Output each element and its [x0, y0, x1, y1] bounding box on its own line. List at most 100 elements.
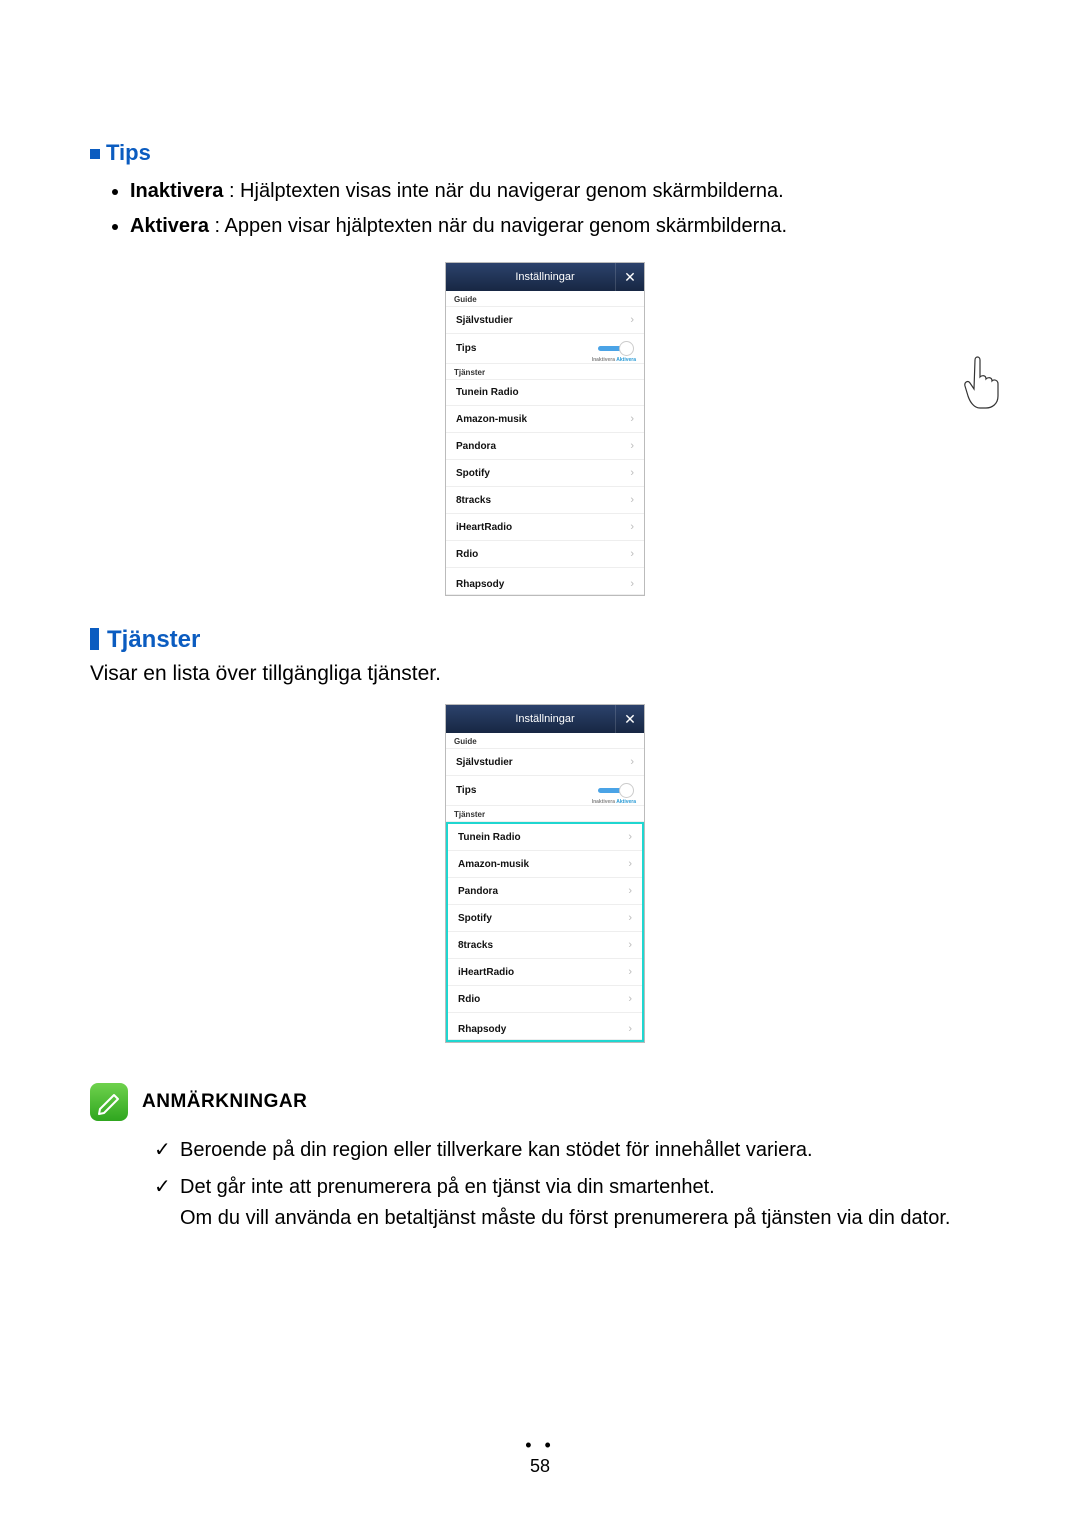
- section-label-services: Tjänster: [446, 806, 644, 822]
- row-pandora[interactable]: Pandora ›: [448, 878, 642, 905]
- row-amazon[interactable]: Amazon-musik ›: [448, 851, 642, 878]
- chevron-right-icon: ›: [628, 939, 632, 951]
- row-self-study[interactable]: Självstudier ›: [446, 307, 644, 334]
- row-label: Självstudier: [456, 315, 513, 326]
- chevron-right-icon: ›: [628, 966, 632, 978]
- toggle-labels: Inaktivera Aktivera: [592, 799, 636, 805]
- chevron-right-icon: ›: [628, 831, 632, 843]
- chevron-right-icon: ›: [628, 885, 632, 897]
- pointing-hand-icon: [960, 352, 1010, 412]
- tips-list: Inaktivera : Hjälptexten visas inte när …: [130, 176, 1000, 242]
- tips-item-inaktivera: Inaktivera : Hjälptexten visas inte när …: [130, 176, 1000, 207]
- row-8tracks[interactable]: 8tracks ›: [446, 487, 644, 514]
- row-spotify[interactable]: Spotify ›: [448, 905, 642, 932]
- services-heading: Tjänster: [90, 626, 1000, 654]
- notes-list: Beroende på din region eller tillverkare…: [154, 1135, 1000, 1234]
- row-rhapsody[interactable]: Rhapsody ›: [448, 1013, 642, 1040]
- page-number: • • 58: [0, 1435, 1080, 1477]
- chevron-right-icon: ›: [628, 993, 632, 1005]
- chevron-right-icon: ›: [628, 912, 632, 924]
- heading-bar-icon: [90, 628, 99, 650]
- row-self-study[interactable]: Självstudier ›: [446, 749, 644, 776]
- toggle-labels: Inaktivera Aktivera: [592, 357, 636, 363]
- row-label: Spotify: [458, 913, 492, 924]
- row-rdio[interactable]: Rdio ›: [448, 986, 642, 1013]
- row-iheart[interactable]: iHeartRadio ›: [446, 514, 644, 541]
- row-label: Pandora: [456, 441, 496, 452]
- row-tunein[interactable]: Tunein Radio: [446, 380, 644, 406]
- notes-item: Det går inte att prenumerera på en tjäns…: [154, 1172, 1000, 1234]
- tips-item-rest: : Appen visar hjälptexten när du naviger…: [209, 215, 787, 237]
- pencil-note-icon: [90, 1083, 128, 1121]
- toggle-thumb: [619, 783, 634, 798]
- row-label: Spotify: [456, 468, 490, 479]
- toggle-thumb: [619, 341, 634, 356]
- row-label: 8tracks: [456, 495, 491, 506]
- notes-heading: ANMÄRKNINGAR: [142, 1091, 307, 1113]
- chevron-right-icon: ›: [630, 440, 634, 452]
- section-label-guide: Guide: [446, 291, 644, 307]
- close-icon[interactable]: ✕: [615, 705, 644, 733]
- row-tips[interactable]: Tips Inaktivera Aktivera: [446, 334, 644, 364]
- row-label: Rdio: [458, 994, 480, 1005]
- notes-item: Beroende på din region eller tillverkare…: [154, 1135, 1000, 1166]
- bullet-square-icon: [90, 149, 100, 159]
- row-rdio[interactable]: Rdio ›: [446, 541, 644, 568]
- row-label: Tips: [456, 343, 476, 354]
- chevron-right-icon: ›: [630, 756, 634, 768]
- row-label: iHeartRadio: [458, 967, 514, 978]
- row-label: Tunein Radio: [456, 387, 519, 398]
- chevron-right-icon: ›: [630, 314, 634, 326]
- phone-screenshot-tips: Inställningar ✕ Guide Självstudier › Tip…: [445, 262, 645, 596]
- notes-item-text: Det går inte att prenumerera på en tjäns…: [180, 1176, 715, 1198]
- tips-item-bold: Inaktivera: [130, 180, 223, 202]
- chevron-right-icon: ›: [630, 467, 634, 479]
- tips-heading: Tips: [90, 140, 1000, 166]
- chevron-right-icon: ›: [628, 858, 632, 870]
- chevron-right-icon: ›: [630, 521, 634, 533]
- row-spotify[interactable]: Spotify ›: [446, 460, 644, 487]
- close-icon[interactable]: ✕: [615, 263, 644, 291]
- services-description: Visar en lista över tillgängliga tjänste…: [90, 662, 1000, 686]
- row-rhapsody[interactable]: Rhapsody ›: [446, 568, 644, 595]
- chevron-right-icon: ›: [630, 578, 634, 590]
- row-label: Amazon-musik: [458, 859, 529, 870]
- tips-toggle[interactable]: Inaktivera Aktivera: [598, 783, 634, 798]
- chevron-right-icon: ›: [630, 494, 634, 506]
- row-iheart[interactable]: iHeartRadio ›: [448, 959, 642, 986]
- row-label: Rhapsody: [458, 1024, 506, 1035]
- row-label: Amazon-musik: [456, 414, 527, 425]
- tips-heading-text: Tips: [106, 140, 151, 165]
- tips-item-aktivera: Aktivera : Appen visar hjälptexten när d…: [130, 211, 1000, 242]
- chevron-right-icon: ›: [630, 548, 634, 560]
- notes-item-text: Beroende på din region eller tillverkare…: [180, 1139, 813, 1161]
- row-tips[interactable]: Tips Inaktivera Aktivera: [446, 776, 644, 806]
- notes-item-sub: Om du vill använda en betaltjänst måste …: [180, 1203, 1000, 1234]
- page-num: 58: [0, 1456, 1080, 1477]
- tips-item-bold: Aktivera: [130, 215, 209, 237]
- notes-block: ANMÄRKNINGAR: [90, 1083, 1000, 1121]
- tips-toggle[interactable]: Inaktivera Aktivera: [598, 341, 634, 356]
- row-label: Tunein Radio: [458, 832, 521, 843]
- row-label: Rdio: [456, 549, 478, 560]
- section-label-guide: Guide: [446, 733, 644, 749]
- row-label: Pandora: [458, 886, 498, 897]
- section-label-services: Tjänster: [446, 364, 644, 380]
- row-tunein[interactable]: Tunein Radio ›: [448, 824, 642, 851]
- row-label: iHeartRadio: [456, 522, 512, 533]
- row-amazon[interactable]: Amazon-musik ›: [446, 406, 644, 433]
- row-label: Tips: [456, 785, 476, 796]
- phone-header: Inställningar ✕: [446, 263, 644, 291]
- page-dots: • •: [0, 1435, 1080, 1456]
- services-highlight-box: Tunein Radio › Amazon-musik › Pandora › Spo…: [446, 822, 644, 1042]
- row-8tracks[interactable]: 8tracks ›: [448, 932, 642, 959]
- row-label: 8tracks: [458, 940, 493, 951]
- row-label: Självstudier: [456, 757, 513, 768]
- chevron-right-icon: ›: [630, 413, 634, 425]
- services-heading-text: Tjänster: [107, 626, 200, 653]
- chevron-right-icon: ›: [628, 1023, 632, 1035]
- tips-item-rest: : Hjälptexten visas inte när du navigera…: [223, 180, 783, 202]
- row-label: Rhapsody: [456, 579, 504, 590]
- phone-header: Inställningar ✕: [446, 705, 644, 733]
- row-pandora[interactable]: Pandora ›: [446, 433, 644, 460]
